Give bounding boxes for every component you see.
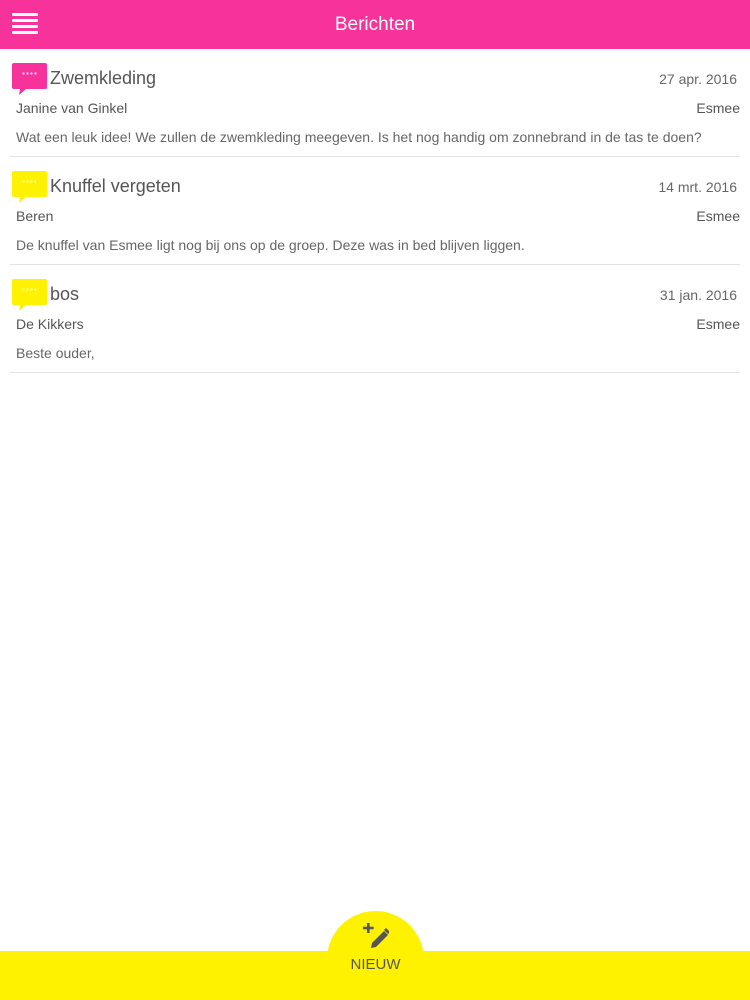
message-subject: Zwemkleding [50,68,157,88]
message-child: Esmee [696,100,740,116]
chat-bubble-icon [12,171,47,203]
new-message-button[interactable]: NIEUW [327,911,424,1000]
message-item[interactable]: bos 31 jan. 2016 De Kikkers Esmee Beste … [10,265,740,373]
compose-icon [363,923,389,948]
message-child: Esmee [696,208,740,224]
top-navigation-bar: Berichten [0,0,750,49]
message-date: 27 apr. 2016 [659,71,737,87]
message-item[interactable]: Knuffel vergeten 14 mrt. 2016 Beren Esme… [10,157,740,265]
message-preview: De knuffel van Esmee ligt nog bij ons op… [16,237,525,253]
message-subject: Knuffel vergeten [50,176,181,196]
message-sender: Beren [16,208,54,224]
page-title: Berichten [334,14,416,35]
message-preview: Wat een leuk idee! We zullen de zwemkled… [16,129,702,145]
message-item[interactable]: Zwemkleding 27 apr. 2016 Janine van Gink… [10,49,740,157]
message-child: Esmee [696,316,740,332]
message-subject: bos [50,284,80,304]
message-sender: De Kikkers [16,316,84,332]
new-message-label: NIEUW [350,956,401,973]
message-preview: Beste ouder, [16,345,95,361]
message-list: Zwemkleding 27 apr. 2016 Janine van Gink… [0,49,750,373]
message-sender: Janine van Ginkel [16,100,128,116]
chat-bubble-icon [12,63,47,95]
message-date: 14 mrt. 2016 [658,179,737,195]
message-date: 31 jan. 2016 [659,287,737,303]
chat-bubble-icon [12,279,47,311]
